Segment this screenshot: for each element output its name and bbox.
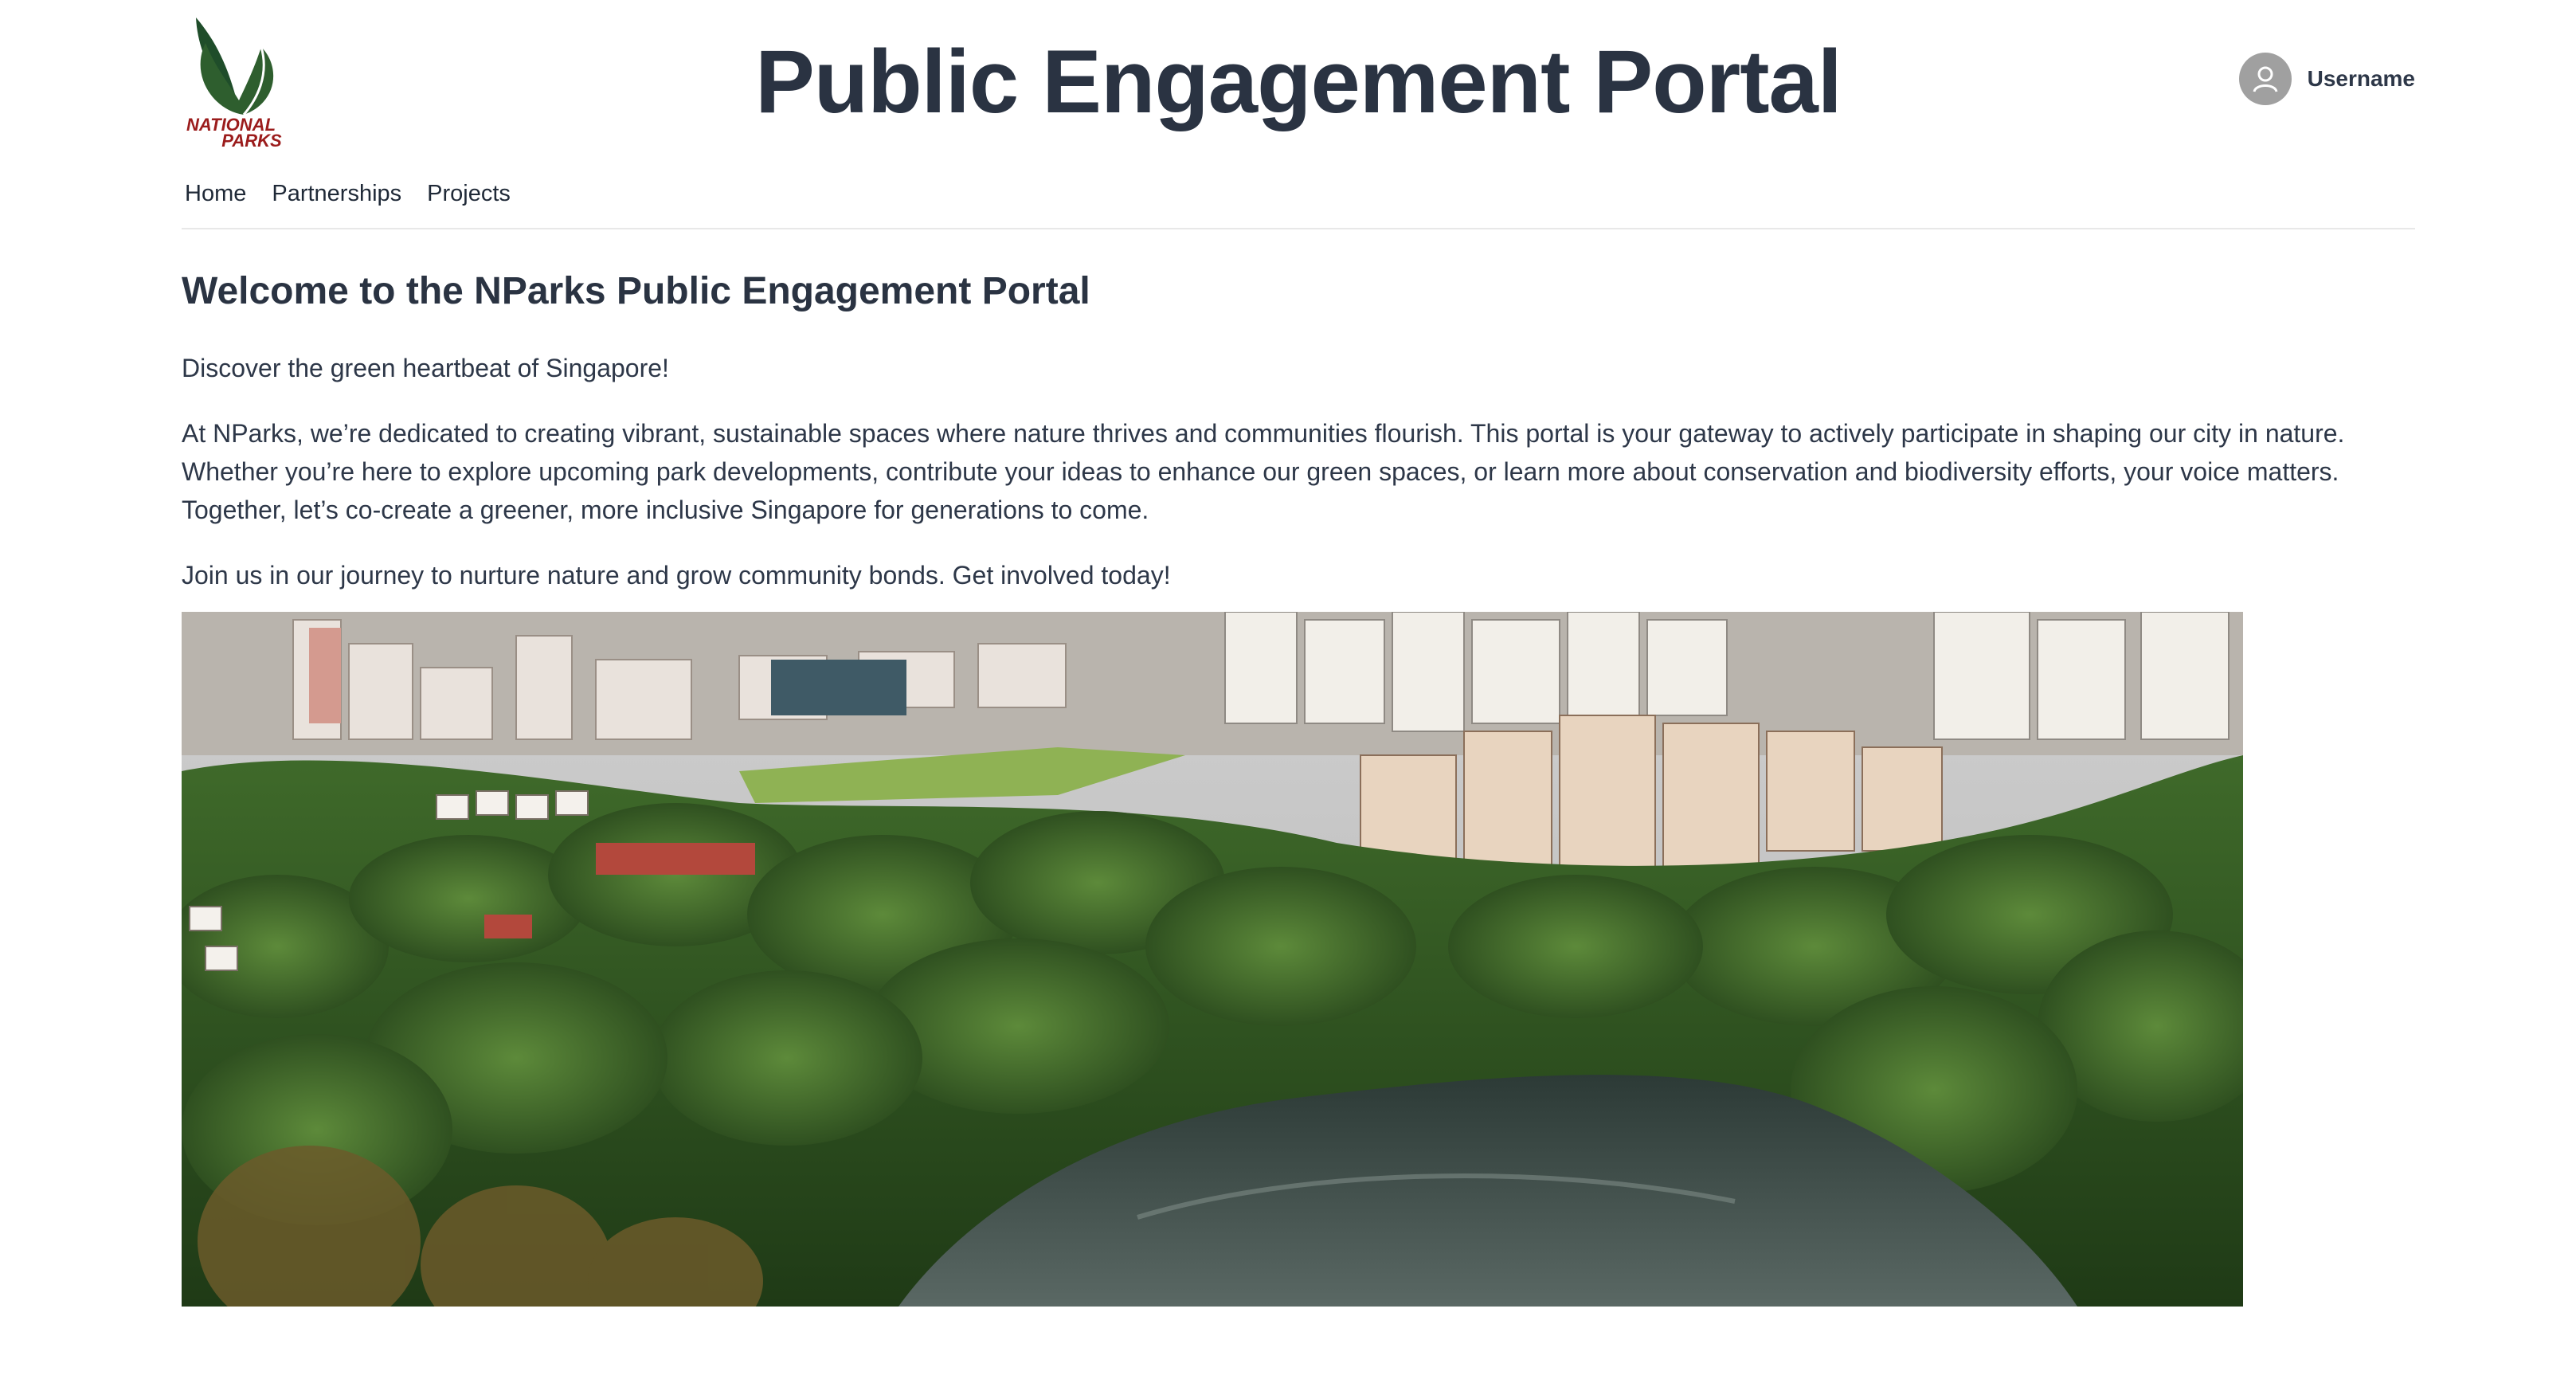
nav-item-projects[interactable]: Projects xyxy=(427,181,511,207)
intro-text: Discover the green heartbeat of Singapor… xyxy=(182,354,669,382)
welcome-heading: Welcome to the NParks Public Engagement … xyxy=(182,270,1090,312)
user-avatar-icon[interactable] xyxy=(2238,53,2292,105)
page: NATIONAL PARKS Public Engagement Portal … xyxy=(0,0,2576,1383)
username-label[interactable]: Username xyxy=(2308,66,2415,92)
main-content: Welcome to the NParks Public Engagement … xyxy=(182,268,2415,1307)
user-menu[interactable]: Username xyxy=(2238,53,2415,105)
body-text: At NParks, we’re dedicated to creating v… xyxy=(182,419,2345,524)
main-container: NATIONAL PARKS Public Engagement Portal … xyxy=(182,0,2415,1307)
cta-text: Join us in our journey to nurture nature… xyxy=(182,561,1171,590)
nav-item-partnerships[interactable]: Partnerships xyxy=(272,181,401,207)
main-nav: Home Partnerships Projects xyxy=(182,159,2415,229)
hero-image xyxy=(182,612,2243,1307)
nav-item-home[interactable]: Home xyxy=(185,181,246,207)
site-header: NATIONAL PARKS Public Engagement Portal … xyxy=(182,0,2415,159)
site-title: Public Engagement Portal xyxy=(755,32,1842,131)
